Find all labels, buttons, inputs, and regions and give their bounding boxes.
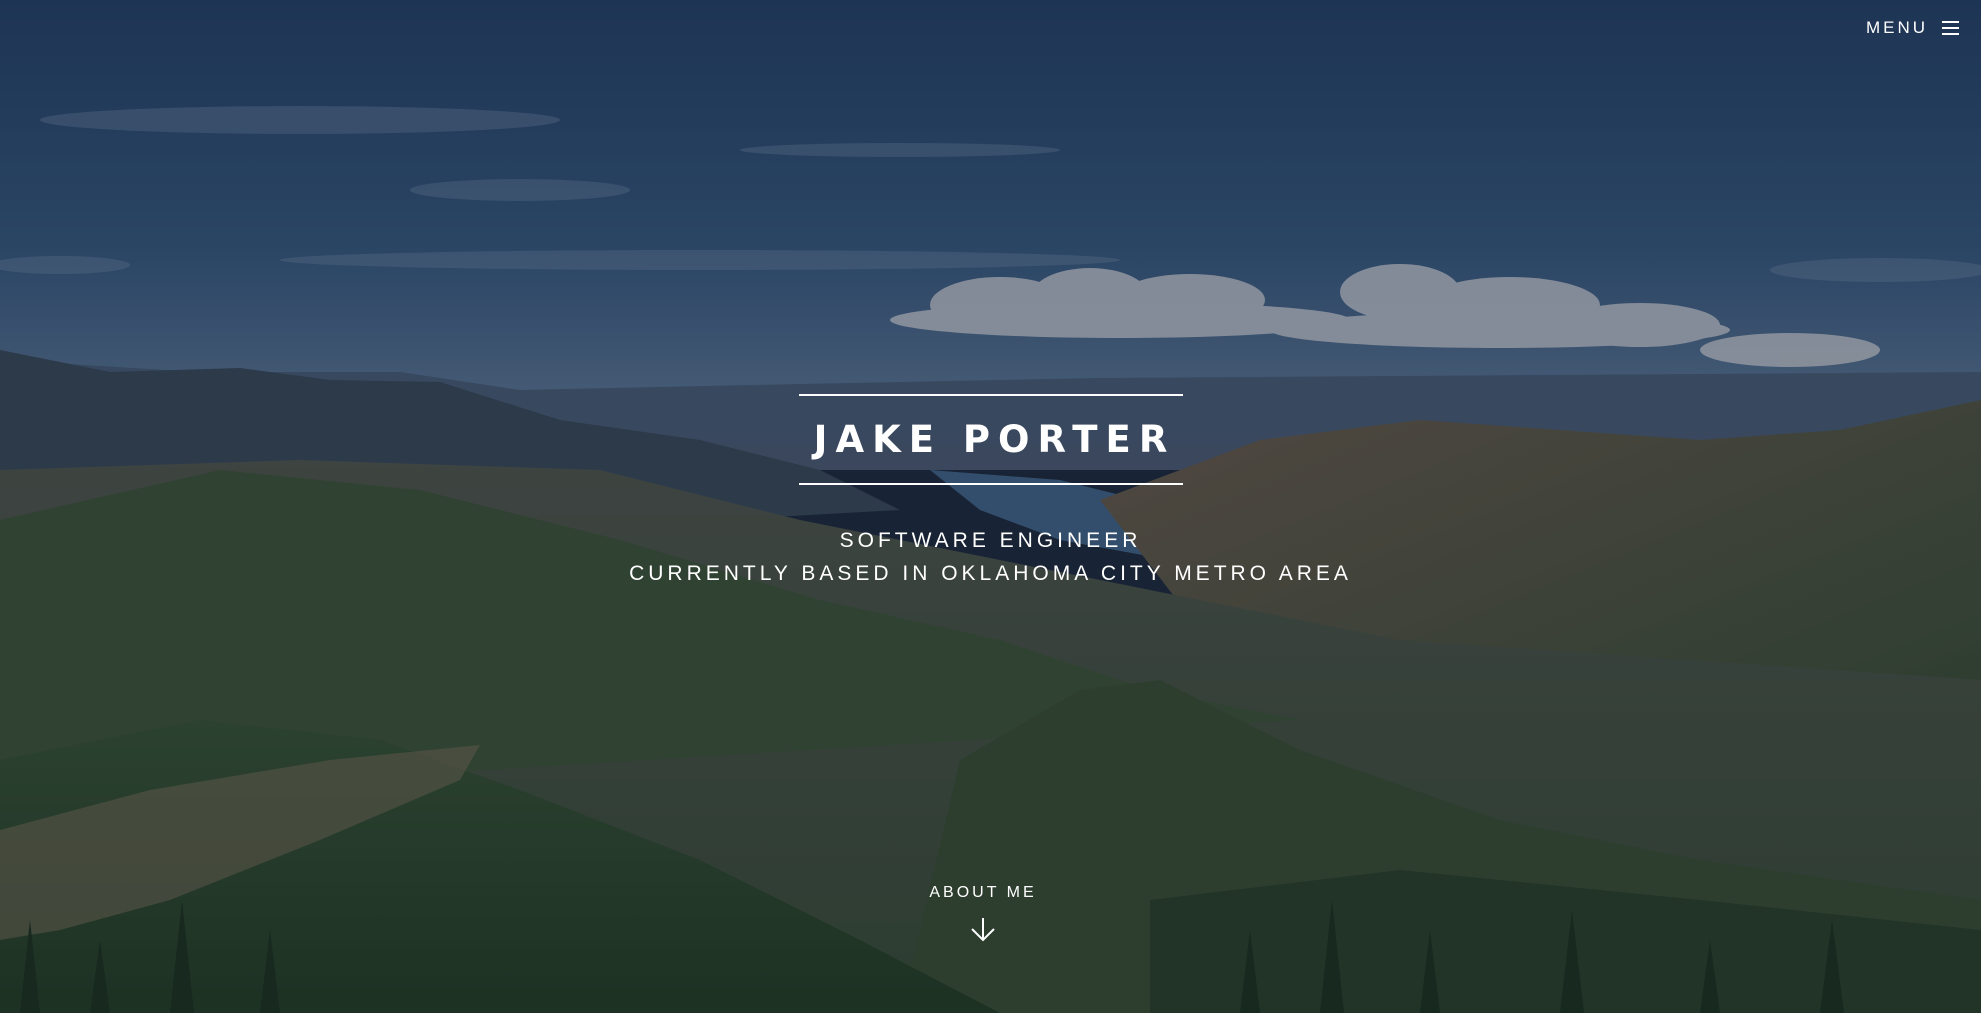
title-bottom-divider [798, 483, 1183, 485]
subtitle-role: SOFTWARE ENGINEER [839, 529, 1142, 552]
hero-title-block: JAKE PORTER SOFTWARE ENGINEER CURRENTLY … [0, 394, 1981, 590]
hero-subtitle: SOFTWARE ENGINEER CURRENTLY BASED IN OKL… [0, 524, 1981, 590]
page-title: JAKE PORTER [813, 418, 1176, 461]
arrow-down-icon [971, 918, 995, 942]
subtitle-location: CURRENTLY BASED IN OKLAHOMA CITY METRO A… [629, 562, 1352, 585]
title-top-divider [798, 394, 1183, 396]
about-me-link[interactable]: ABOUT ME [0, 884, 1966, 942]
menu-button[interactable]: MENU [1866, 18, 1959, 38]
hamburger-menu-icon [1942, 21, 1959, 35]
hero-section: MENU JAKE PORTER SOFTWARE ENGINEER CURRE… [0, 0, 1981, 1013]
about-me-label: ABOUT ME [929, 884, 1037, 901]
menu-label: MENU [1865, 18, 1928, 37]
